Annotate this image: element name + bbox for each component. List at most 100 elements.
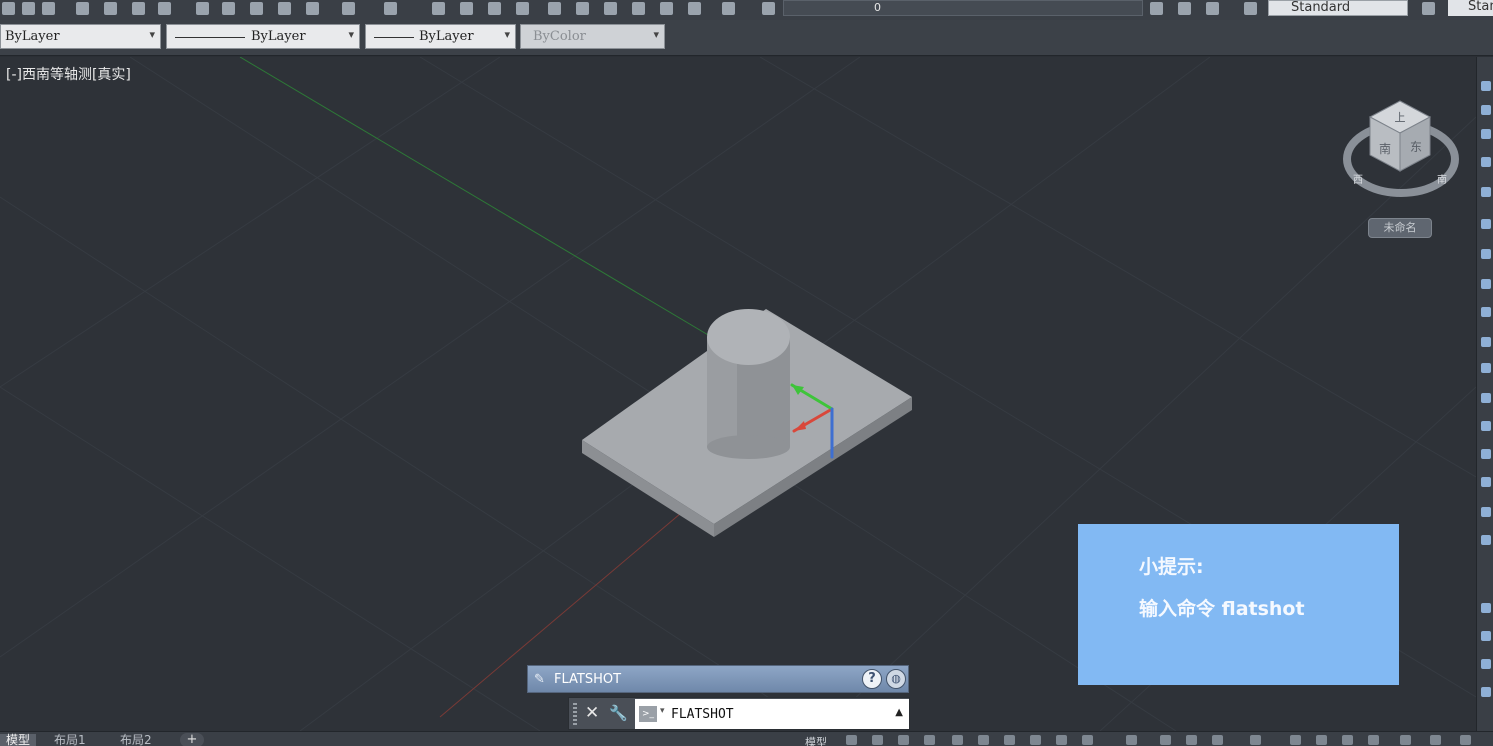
- model-space-label[interactable]: 模型: [805, 734, 827, 746]
- chamfer-icon[interactable]: [1481, 449, 1491, 459]
- paste-icon[interactable]: [250, 2, 263, 15]
- zoom-previous-icon[interactable]: [516, 2, 529, 15]
- layer-states-icon[interactable]: [1206, 2, 1219, 15]
- move-icon[interactable]: [1481, 219, 1491, 229]
- offset-icon[interactable]: [1481, 157, 1491, 167]
- viewcube[interactable]: 上 南 东 西 南: [1340, 97, 1464, 207]
- tool-palettes-icon[interactable]: [604, 2, 617, 15]
- wrench-icon[interactable]: 🔧: [609, 704, 628, 722]
- block-editor-icon[interactable]: [306, 2, 319, 15]
- help-button[interactable]: ?: [862, 669, 882, 689]
- ortho-icon[interactable]: [952, 735, 963, 745]
- online-help-icon[interactable]: ◍: [886, 669, 906, 689]
- mirror-icon[interactable]: [1481, 129, 1491, 139]
- drawing-viewport[interactable]: [-]西南等轴测[真实] 上 南 东 西 南 未命名 小提示: 输入命令 fla…: [0, 57, 1476, 731]
- explode-icon[interactable]: [1481, 535, 1491, 545]
- layer-manager-icon[interactable]: [762, 2, 775, 15]
- zoom-realtime-icon[interactable]: [460, 2, 473, 15]
- tab-layout1[interactable]: 布局1: [48, 734, 92, 746]
- command-input[interactable]: [671, 704, 871, 724]
- help-icon[interactable]: [722, 2, 735, 15]
- design-center-icon[interactable]: [576, 2, 589, 15]
- add-layout-button[interactable]: +: [180, 733, 204, 746]
- plot-icon[interactable]: [158, 2, 171, 15]
- snap-icon[interactable]: [872, 735, 883, 745]
- sheet-set-icon[interactable]: [632, 2, 645, 15]
- calculator-icon[interactable]: [688, 2, 701, 15]
- copy-icon[interactable]: [222, 2, 235, 15]
- tab-model[interactable]: 模型: [0, 734, 37, 746]
- isodraft-icon[interactable]: [1004, 735, 1015, 745]
- lineweight-dropdown[interactable]: ByLayer ▾: [365, 24, 516, 49]
- blend-icon[interactable]: [1481, 507, 1491, 517]
- save-icon[interactable]: [42, 2, 55, 15]
- match-properties-icon[interactable]: [278, 2, 291, 15]
- dynamic-input-icon[interactable]: [924, 735, 935, 745]
- flatshot-command-bar[interactable]: ✎ FLATSHOT ? ◍: [527, 665, 909, 693]
- undo-icon[interactable]: [342, 2, 355, 15]
- drag-handle-icon[interactable]: [573, 703, 577, 725]
- object-snap-icon[interactable]: [1056, 735, 1067, 745]
- selection-cycling-icon[interactable]: [1160, 735, 1171, 745]
- tab-layout2[interactable]: 布局2: [114, 734, 158, 746]
- fillet-icon[interactable]: [1481, 477, 1491, 487]
- extend-icon[interactable]: [1481, 363, 1491, 373]
- region-icon[interactable]: [1481, 687, 1491, 697]
- new-file-icon[interactable]: [2, 2, 15, 15]
- annotation-scale-icon[interactable]: [1250, 735, 1261, 745]
- workspace-icon[interactable]: [1290, 735, 1301, 745]
- clean-screen-icon[interactable]: [1460, 735, 1471, 745]
- pan-icon[interactable]: [432, 2, 445, 15]
- linetype-dropdown[interactable]: ByLayer ▾: [166, 24, 360, 49]
- viewport-label[interactable]: [-]西南等轴测[真实]: [6, 64, 131, 84]
- lineweight-icon[interactable]: [1082, 735, 1093, 745]
- polar-icon[interactable]: [978, 735, 989, 745]
- print-icon[interactable]: [76, 2, 89, 15]
- dim-style-icon[interactable]: [1422, 2, 1435, 15]
- hardware-acceleration-icon[interactable]: [1430, 735, 1441, 745]
- ucs-menu-button[interactable]: 未命名: [1368, 218, 1432, 238]
- object-snap-tracking-icon[interactable]: [1030, 735, 1041, 745]
- erase-icon[interactable]: [1481, 81, 1491, 91]
- annotation-icon[interactable]: [1212, 735, 1223, 745]
- annotation-monitor-icon[interactable]: [1316, 735, 1327, 745]
- array-icon[interactable]: [1481, 187, 1491, 197]
- text-style-icon[interactable]: [1244, 2, 1257, 15]
- chevron-up-icon[interactable]: ▲: [895, 707, 903, 718]
- text-icon[interactable]: [1481, 603, 1491, 613]
- infer-constraints-icon[interactable]: [898, 735, 909, 745]
- layer-previous-icon[interactable]: [1178, 2, 1191, 15]
- join-icon[interactable]: [1481, 421, 1491, 431]
- layer-dropdown[interactable]: 0: [783, 0, 1143, 16]
- units-icon[interactable]: [1342, 735, 1353, 745]
- transparency-icon[interactable]: [1126, 735, 1137, 745]
- quick-properties-icon[interactable]: [1368, 735, 1379, 745]
- break-icon[interactable]: [1481, 393, 1491, 403]
- copy-object-icon[interactable]: [1481, 105, 1491, 115]
- color-dropdown[interactable]: ByLayer ▾: [0, 24, 161, 49]
- markup-icon[interactable]: [660, 2, 673, 15]
- cut-icon[interactable]: [196, 2, 209, 15]
- isolate-objects-icon[interactable]: [1400, 735, 1411, 745]
- properties-icon[interactable]: [548, 2, 561, 15]
- publish-icon[interactable]: [132, 2, 145, 15]
- 3d-osnap-icon[interactable]: [1186, 735, 1197, 745]
- cylinder-solid[interactable]: [707, 309, 790, 459]
- preview-icon[interactable]: [104, 2, 117, 15]
- trim-icon[interactable]: [1481, 337, 1491, 347]
- table-icon[interactable]: [1481, 631, 1491, 641]
- scale-icon[interactable]: [1481, 279, 1491, 289]
- hatch-icon[interactable]: [1481, 659, 1491, 669]
- dim-style-dropdown[interactable]: Stan: [1448, 0, 1493, 16]
- chevron-down-icon[interactable]: ▾: [660, 706, 665, 716]
- open-file-icon[interactable]: [22, 2, 35, 15]
- text-style-dropdown[interactable]: Standard: [1268, 0, 1408, 16]
- close-icon[interactable]: ✕: [585, 703, 599, 723]
- rotate-icon[interactable]: [1481, 249, 1491, 259]
- grid-icon[interactable]: [846, 735, 857, 745]
- stretch-icon[interactable]: [1481, 307, 1491, 317]
- redo-icon[interactable]: [384, 2, 397, 15]
- command-prompt-icon[interactable]: >_: [639, 706, 657, 722]
- zoom-window-icon[interactable]: [488, 2, 501, 15]
- make-current-layer-icon[interactable]: [1150, 2, 1163, 15]
